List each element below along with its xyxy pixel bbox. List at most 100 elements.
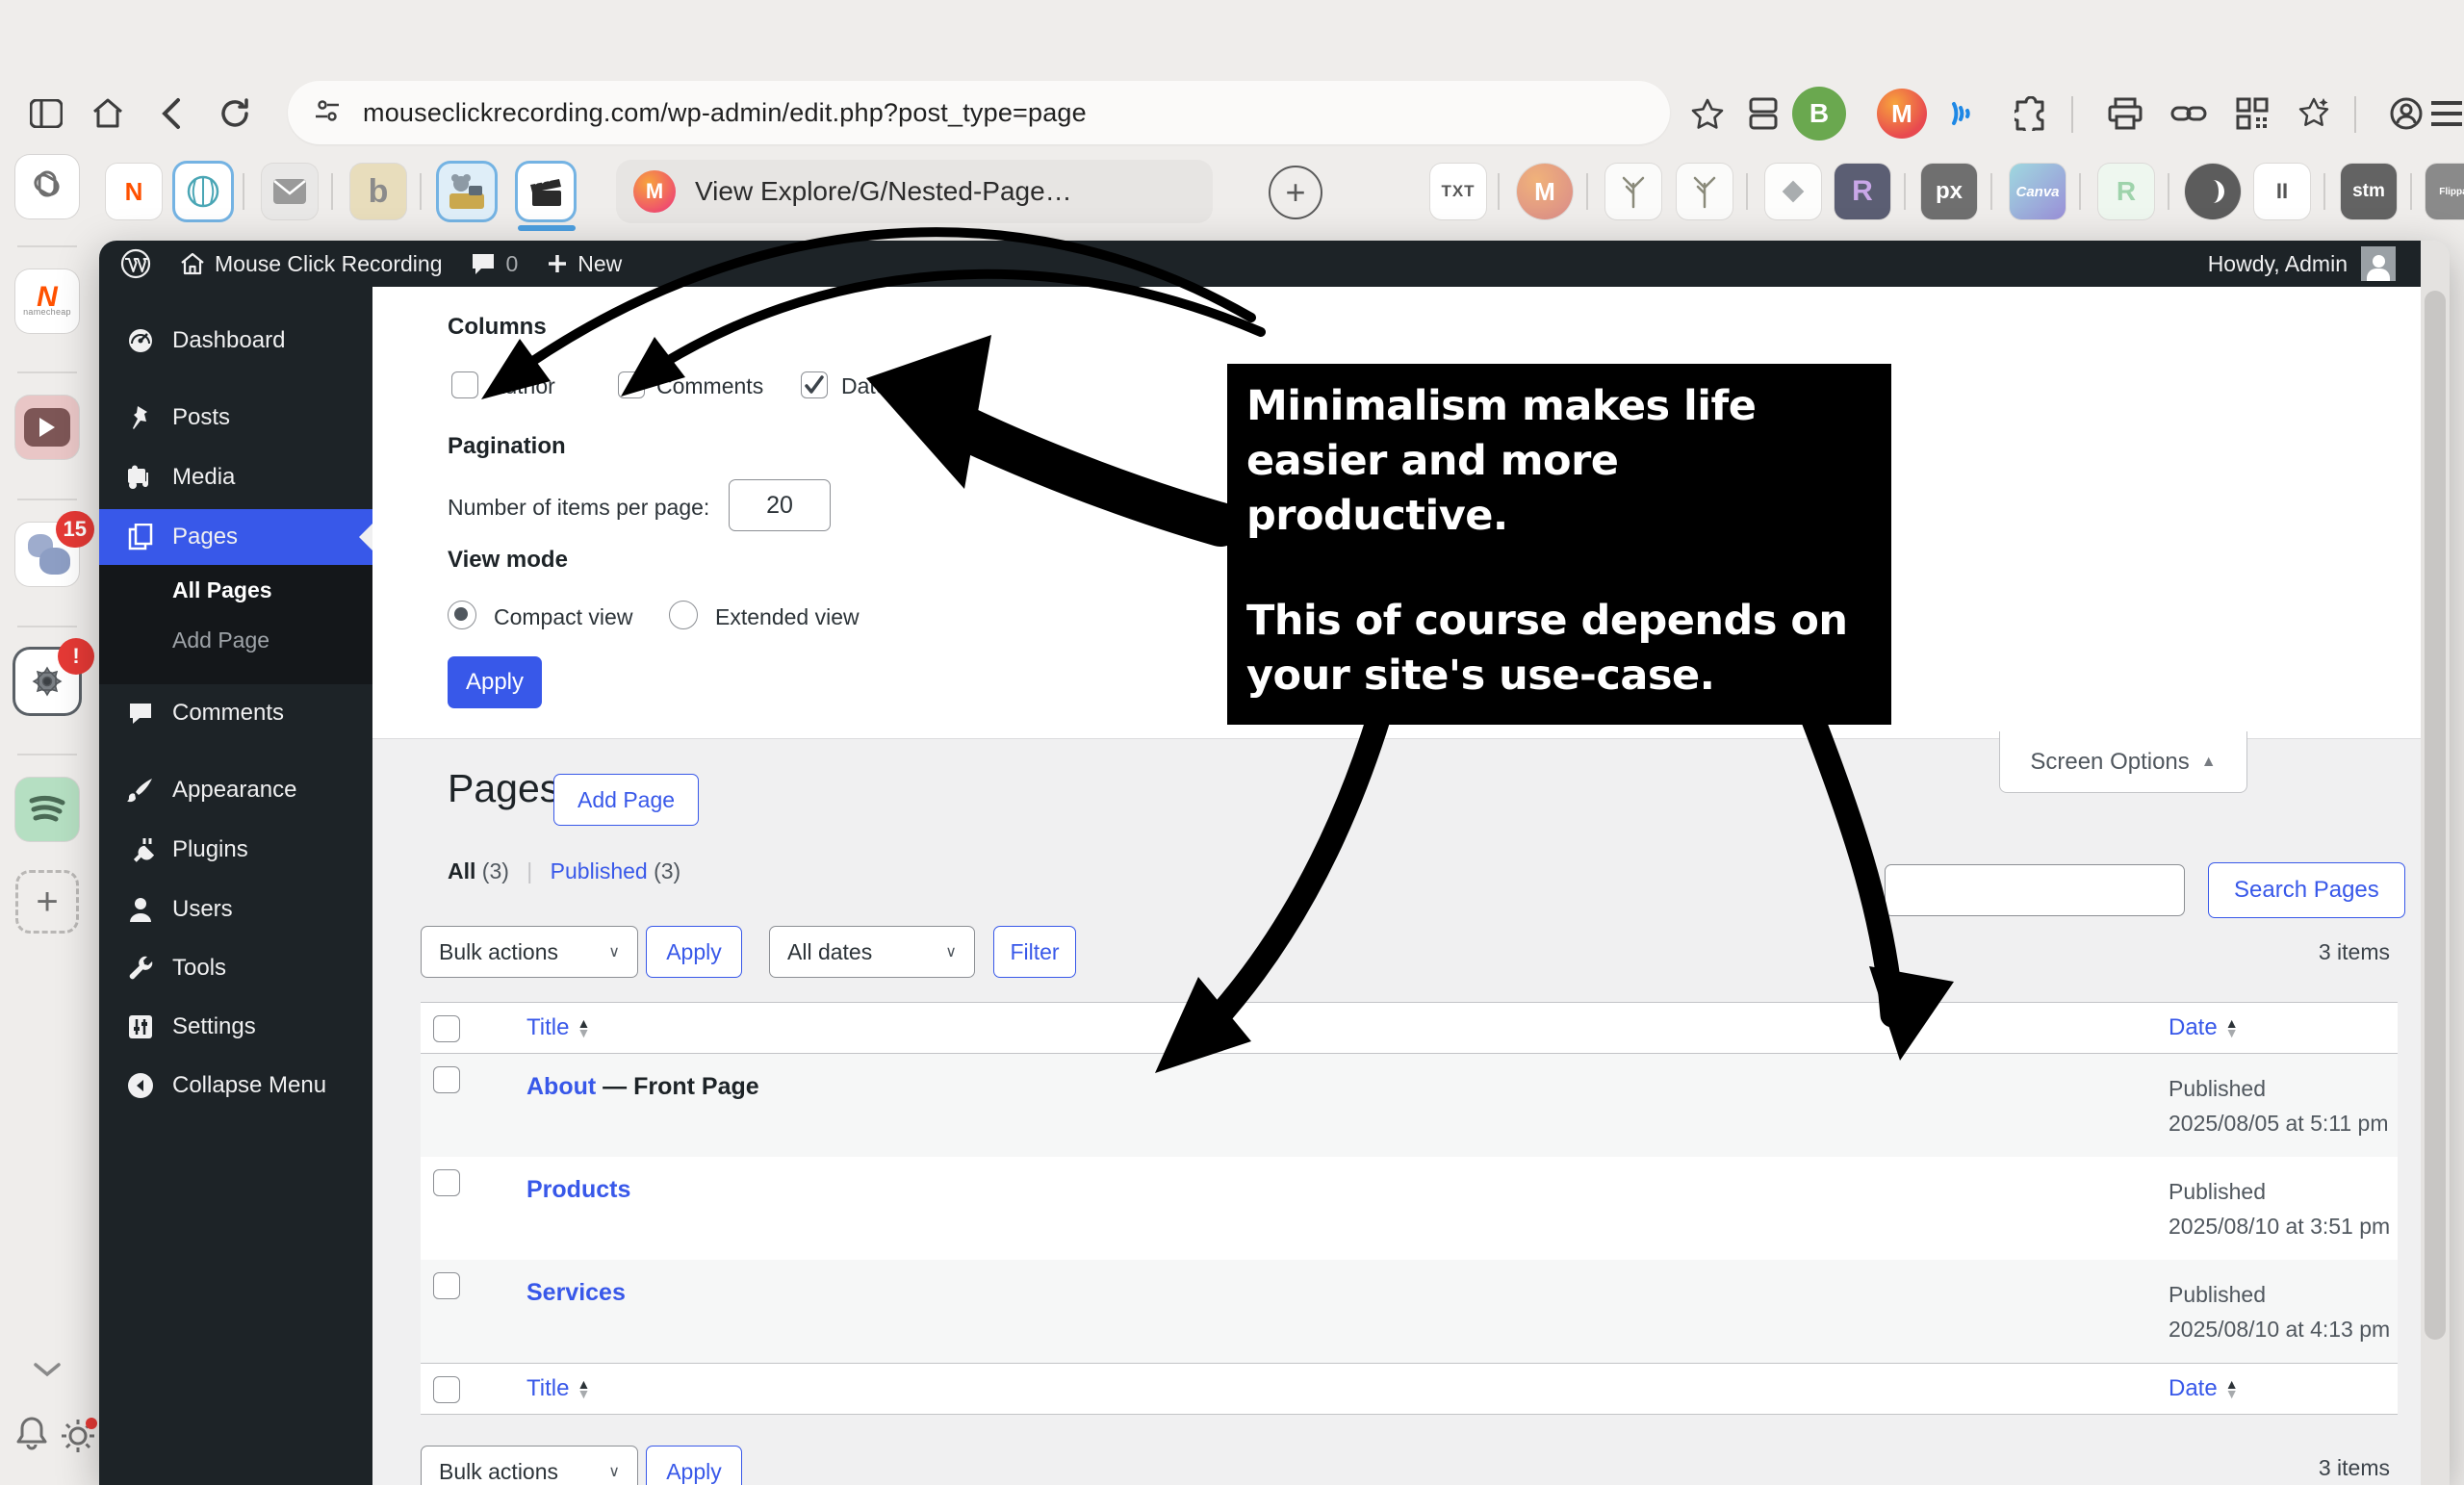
pinned-tab-r-purple[interactable]: R [1835,164,1890,219]
sidebar-toggle-icon[interactable] [21,89,71,139]
dock-contacts[interactable]: 15 [15,523,79,586]
extended-view-radio[interactable] [669,601,698,629]
comments-checkbox-label[interactable]: Comments [656,373,763,399]
page-link-products[interactable]: Products [526,1176,630,1204]
select-all-checkbox[interactable] [433,1015,460,1042]
select-all-checkbox[interactable] [433,1376,460,1403]
title-column-footer[interactable]: Title ▲▼ [526,1375,590,1402]
pinned-tab-m-circle[interactable]: M [1517,164,1573,219]
compact-view-label[interactable]: Compact view [494,604,632,630]
bulk-actions-select[interactable]: Bulk actions ∨ [421,926,638,978]
pinned-tab-dark-circle[interactable] [2185,164,2241,219]
per-page-input[interactable] [729,479,831,531]
compact-view-radio[interactable] [448,601,476,629]
admin-bar-new[interactable]: New [547,251,622,277]
mural-extension-icon[interactable]: M [1877,89,1927,139]
row-checkbox[interactable] [433,1066,460,1093]
pinned-tab-flippa[interactable]: Flippa [2426,164,2464,219]
date-column-footer[interactable]: Date ▲▼ [2169,1375,2239,1402]
tab-stack-icon[interactable] [1738,89,1788,139]
dock-namecheap[interactable]: N namecheap [15,269,79,333]
dock-youtube[interactable] [15,396,79,459]
dock-settings-app[interactable]: ! [15,650,79,713]
admin-bar-site[interactable]: Mouse Click Recording [180,251,442,277]
pinned-tab-px[interactable]: px [1921,164,1977,219]
copy-link-icon[interactable] [2164,89,2214,139]
url-bar[interactable]: mouseclickrecording.com/wp-admin/edit.ph… [288,81,1670,144]
apply-bulk-button-bottom[interactable]: Apply [646,1446,742,1485]
print-icon[interactable] [2100,89,2150,139]
chevron-down-icon[interactable] [33,1362,62,1377]
quick-settings-gear-icon[interactable] [60,1416,98,1454]
admin-avatar[interactable] [2361,246,2396,281]
site-settings-icon[interactable] [313,96,342,130]
sidebar-item-appearance[interactable]: Appearance [99,762,372,818]
author-checkbox[interactable] [451,371,478,398]
sidebar-item-collapse[interactable]: Collapse Menu [99,1058,372,1114]
pinned-tab-txt[interactable]: TXT [1430,164,1486,219]
page-link-services[interactable]: Services [526,1279,626,1307]
pinned-tab-diamond[interactable] [1765,164,1821,219]
pinned-tab-stm[interactable]: stm [2341,164,2397,219]
sidebar-item-plugins[interactable]: Plugins [99,822,372,878]
page-link-about[interactable]: About — Front Page [526,1073,759,1101]
current-tab[interactable]: M View Explore/G/Nested-Page… [616,160,1213,223]
row-checkbox[interactable] [433,1169,460,1196]
sidebar-item-pages[interactable]: Pages [99,509,372,565]
pinned-tab-clapperboard[interactable] [518,164,574,219]
pinned-tab-canva[interactable]: Canva [2010,164,2066,219]
reload-icon[interactable] [210,89,260,139]
extended-view-label[interactable]: Extended view [715,604,860,630]
sidebar-item-posts[interactable]: Posts [99,390,372,446]
admin-bar-comments[interactable]: 0 [471,251,518,277]
sidebar-item-tools[interactable]: Tools [99,940,372,996]
add-page-button[interactable]: Add Page [553,774,699,826]
all-dates-select[interactable]: All dates ∨ [769,926,975,978]
page-scrollbar[interactable] [2421,241,2450,1485]
screen-options-apply-button[interactable]: Apply [448,656,542,708]
view-all-link[interactable]: All [448,858,475,883]
pinned-tab-mail[interactable] [262,164,318,219]
submenu-add-page[interactable]: Add Page [99,615,372,665]
title-column-header[interactable]: Title ▲▼ [526,1014,590,1041]
sidebar-item-dashboard[interactable]: Dashboard [99,313,372,369]
bookmark-star-icon[interactable] [1682,89,1732,139]
sparkle-star-icon[interactable] [2289,89,2339,139]
pinned-tab-r-mint[interactable]: R [2098,164,2154,219]
sidebar-item-users[interactable]: Users [99,882,372,937]
signal-extension-icon[interactable] [1940,89,1990,139]
view-published-link[interactable]: Published [551,858,648,883]
menu-icon[interactable] [2422,89,2464,139]
pinned-tab-sketch-2[interactable] [1677,164,1732,219]
date-checkbox[interactable] [801,371,828,398]
filter-button[interactable]: Filter [993,926,1076,978]
pinned-tab-b[interactable]: b [350,164,406,219]
row-checkbox[interactable] [433,1272,460,1299]
extensions-puzzle-icon[interactable] [2006,89,2056,139]
wp-logo[interactable] [120,248,151,279]
qr-code-icon[interactable] [2227,89,2277,139]
howdy-label[interactable]: Howdy, Admin [2208,251,2348,277]
search-pages-input[interactable] [1885,864,2185,916]
pinned-tab-namecheap[interactable]: N [106,164,162,219]
new-tab-button[interactable]: + [1269,166,1322,219]
sidebar-item-comments[interactable]: Comments [99,685,372,741]
submenu-all-pages[interactable]: All Pages [99,565,372,615]
author-checkbox-label[interactable]: Author [490,373,555,399]
dock-spotify[interactable] [15,778,79,841]
comments-checkbox[interactable] [618,371,645,398]
search-pages-button[interactable]: Search Pages [2208,862,2405,918]
apply-bulk-button[interactable]: Apply [646,926,742,978]
pinned-tab-teal-site[interactable] [175,164,231,219]
date-column-header[interactable]: Date ▲▼ [2169,1014,2239,1041]
home-icon[interactable] [83,89,133,139]
pinned-tab-mouse[interactable] [439,164,495,219]
dock-add-app[interactable]: + [15,870,79,934]
bulk-actions-select-bottom[interactable]: Bulk actions ∨ [421,1446,638,1485]
dock-chatgpt[interactable] [15,155,79,218]
sidebar-item-settings[interactable]: Settings [99,999,372,1055]
screen-options-tab[interactable]: Screen Options ▲ [1999,731,2247,793]
bell-icon[interactable] [15,1416,48,1450]
sidebar-item-media[interactable]: Media [99,449,372,505]
scrollbar-thumb[interactable] [2425,291,2446,1340]
